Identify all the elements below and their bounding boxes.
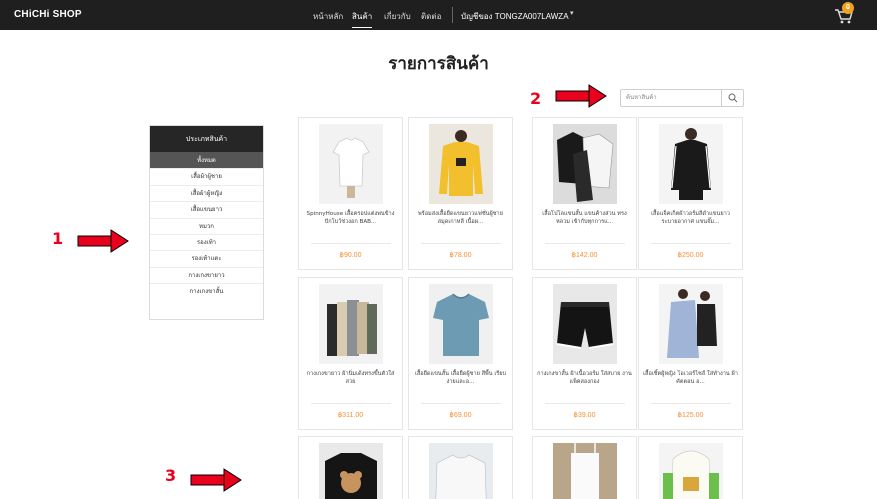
product-image[interactable]	[553, 124, 617, 204]
product-card[interactable]: พร้อมส่งเสื้อยืดแขนยาวแฟชั่นผู้ชาย สมุดเ…	[408, 117, 513, 270]
product-price: ฿39.00	[573, 412, 596, 419]
product-image[interactable]	[319, 443, 383, 499]
nav-link-about[interactable]: เกี่ยวกับ	[384, 10, 411, 23]
product-image[interactable]	[553, 284, 617, 364]
cart-count-badge: 0	[842, 2, 854, 14]
category-item-sandals[interactable]: รองเท้าแตะ	[150, 250, 263, 266]
product-card[interactable]	[638, 436, 743, 499]
search-input[interactable]	[621, 90, 721, 106]
brand-logo[interactable]: CHiCHi SHOP	[14, 9, 82, 20]
category-item-shorts[interactable]: กางเกงขาสั้น	[150, 283, 263, 299]
product-name[interactable]: กางเกงขาสั้น ผ้าเนื้อวอร์ม ใส่สบาย งานแพ…	[537, 371, 632, 386]
card-divider	[311, 243, 391, 244]
product-price: ฿311.00	[337, 412, 364, 419]
card-divider	[651, 243, 731, 244]
card-divider	[421, 243, 501, 244]
nav-link-contact[interactable]: ติดต่อ	[421, 10, 441, 23]
product-card[interactable]: เสื้อแจ็คเก็ตผ้าวอร์มสีดำแขนยาว ระบายอาก…	[638, 117, 743, 270]
product-card[interactable]	[298, 436, 403, 499]
product-image[interactable]	[429, 284, 493, 364]
annotation-arrow-icon	[555, 84, 607, 108]
annotation-arrow-icon	[77, 229, 129, 253]
product-price: ฿90.00	[339, 252, 362, 259]
product-image[interactable]	[659, 443, 723, 499]
product-name[interactable]: เสื้อยืดแขนสั้น เสื้อยืดผู้ชาย สีพื้น เร…	[413, 371, 508, 386]
category-panel: ประเภทสินค้า ทั้งหมด เสื้อผ้าผู้ชาย เสื้…	[149, 125, 264, 320]
product-price: ฿78.00	[449, 252, 472, 259]
nav-divider	[452, 7, 453, 23]
category-header: ประเภทสินค้า	[150, 126, 263, 152]
product-card[interactable]	[408, 436, 513, 499]
product-name[interactable]: เสื้อเชิ้ตผู้หญิง โอเวอร์ไซส์ ใส่ทำงาน ผ…	[643, 371, 738, 386]
product-price: ฿142.00	[571, 252, 598, 259]
page-title: รายการสินค้า	[388, 54, 489, 74]
product-name[interactable]: เสื้อแจ็คเก็ตผ้าวอร์มสีดำแขนยาว ระบายอาก…	[643, 211, 738, 226]
product-card[interactable]: กางเกงขายาว ผ้านิ่มเด้งทรงขึ้นตัวใส่สวย …	[298, 277, 403, 430]
product-card[interactable]: SpinnyHouse เสื้อครอปแต่งพ่นข้าง ปักโบว์…	[298, 117, 403, 270]
search-bar	[620, 89, 744, 107]
card-divider	[651, 403, 731, 404]
product-card[interactable]	[532, 436, 637, 499]
annotation-number-3: 3	[165, 466, 177, 485]
category-item-long-pants[interactable]: กางเกงขายาว	[150, 266, 263, 283]
product-price: ฿250.00	[677, 252, 704, 259]
product-image[interactable]	[429, 443, 493, 499]
chevron-down-icon[interactable]: ▾	[570, 9, 574, 17]
category-item-men[interactable]: เสื้อผ้าผู้ชาย	[150, 168, 263, 184]
product-image[interactable]	[319, 284, 383, 364]
product-name[interactable]: กางเกงขายาว ผ้านิ่มเด้งทรงขึ้นตัวใส่สวย	[303, 371, 398, 386]
search-button[interactable]	[721, 90, 743, 106]
product-name[interactable]: SpinnyHouse เสื้อครอปแต่งพ่นข้าง ปักโบว์…	[303, 211, 398, 226]
product-card[interactable]: เสื้อโปโลแขนสั้น แขนค้างส่วน ทรงหลวม เข้…	[532, 117, 637, 270]
category-item-women[interactable]: เสื้อผ้าผู้หญิง	[150, 184, 263, 201]
nav-link-home[interactable]: หน้าหลัก	[313, 10, 343, 23]
category-item-hats[interactable]: หมวก	[150, 217, 263, 234]
product-price: ฿69.00	[449, 412, 472, 419]
product-image[interactable]	[319, 124, 383, 204]
product-price: ฿125.00	[677, 412, 704, 419]
product-name[interactable]: พร้อมส่งเสื้อยืดแขนยาวแฟชั่นผู้ชาย สมุดเ…	[413, 211, 508, 226]
category-item-longsleeve[interactable]: เสื้อแขนยาว	[150, 201, 263, 217]
annotation-number-1: 1	[52, 229, 64, 248]
top-navbar: CHiCHi SHOP หน้าหลัก สินค้า เกี่ยวกับ ติ…	[0, 0, 877, 30]
card-divider	[311, 403, 391, 404]
product-image[interactable]	[659, 284, 723, 364]
search-icon	[728, 93, 738, 103]
annotation-arrow-icon	[190, 468, 242, 492]
product-image[interactable]	[429, 124, 493, 204]
card-divider	[545, 403, 625, 404]
product-image[interactable]	[553, 443, 617, 499]
card-divider	[545, 243, 625, 244]
product-card[interactable]: เสื้อยืดแขนสั้น เสื้อยืดผู้ชาย สีพื้น เร…	[408, 277, 513, 430]
product-name[interactable]: เสื้อโปโลแขนสั้น แขนค้างส่วน ทรงหลวม เข้…	[537, 211, 632, 226]
product-card[interactable]: กางเกงขาสั้น ผ้าเนื้อวอร์ม ใส่สบาย งานแพ…	[532, 277, 637, 430]
product-card[interactable]: เสื้อเชิ้ตผู้หญิง โอเวอร์ไซส์ ใส่ทำงาน ผ…	[638, 277, 743, 430]
product-image[interactable]	[659, 124, 723, 204]
category-item-shoes[interactable]: รองเท้า	[150, 233, 263, 250]
card-divider	[421, 403, 501, 404]
annotation-number-2: 2	[530, 89, 542, 108]
nav-link-products[interactable]: สินค้า	[352, 10, 373, 28]
category-item-all[interactable]: ทั้งหมด	[150, 152, 263, 169]
account-menu[interactable]: บัญชีของ TONGZA007LAWZA	[461, 10, 569, 23]
